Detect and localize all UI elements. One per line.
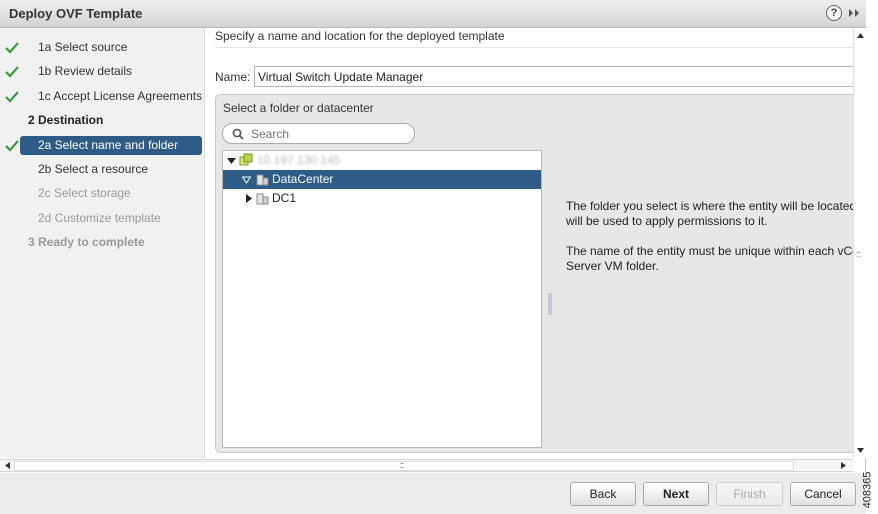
help-icon[interactable]: ? <box>826 5 842 21</box>
grip-icon[interactable]: :: <box>400 460 404 470</box>
step-label: 2 Destination <box>28 113 104 127</box>
scroll-down-icon[interactable] <box>857 447 864 454</box>
scroll-thumb[interactable] <box>14 461 794 471</box>
divider <box>215 47 853 48</box>
step-label: 2d Customize template <box>38 211 161 225</box>
horizontal-scrollbar[interactable]: :: <box>0 459 853 472</box>
title-bar: Deploy OVF Template ? <box>0 0 866 28</box>
back-button[interactable]: Back <box>570 482 636 506</box>
tree-label: 10.197.130.145 <box>257 153 341 167</box>
check-icon <box>5 42 19 54</box>
step-ready-to-complete: 3 Ready to complete <box>0 233 205 252</box>
tree-label: DataCenter <box>272 172 334 186</box>
scroll-up-icon[interactable] <box>857 32 864 39</box>
step-select-resource[interactable]: 2b Select a resource <box>0 160 205 179</box>
button-bar: Back Next Finish Cancel <box>0 473 866 514</box>
step-select-name-folder[interactable]: 2a Select name and folder <box>0 136 205 155</box>
cancel-button[interactable]: Cancel <box>790 482 856 506</box>
check-icon <box>5 91 19 103</box>
collapsed-triangle-icon[interactable] <box>244 194 253 203</box>
finish-button: Finish <box>716 482 783 506</box>
step-select-source[interactable]: 1a Select source <box>0 38 205 57</box>
expanded-triangle-icon[interactable] <box>227 156 236 165</box>
step-label: 1b Review details <box>38 64 133 78</box>
info-line: will be used to apply permissions to it. <box>566 214 768 228</box>
check-icon <box>5 66 19 78</box>
step-destination: 2 Destination <box>0 111 205 130</box>
name-label: Name: <box>215 70 251 84</box>
dialog-title: Deploy OVF Template <box>9 6 143 21</box>
scroll-left-icon[interactable] <box>4 462 11 469</box>
info-line: The folder you select is where the entit… <box>566 199 856 213</box>
search-input[interactable] <box>251 125 411 142</box>
step-accept-license[interactable]: 1c Accept License Agreements <box>0 87 205 106</box>
next-button[interactable]: Next <box>643 482 709 506</box>
step-customize-template: 2d Customize template <box>0 209 205 228</box>
step-select-storage: 2c Select storage <box>0 184 205 203</box>
resize-grip-icon[interactable]: :: <box>856 250 861 259</box>
tree-label: DC1 <box>272 191 297 205</box>
step-label: 2c Select storage <box>38 186 131 200</box>
step-review-details[interactable]: 1b Review details <box>0 62 205 81</box>
step-label: 1a Select source <box>38 40 128 54</box>
info-line: The name of the entity must be unique wi… <box>566 244 856 258</box>
name-field[interactable] <box>254 66 854 87</box>
datacenter-icon <box>256 174 269 186</box>
info-line: Server VM folder. <box>566 259 659 273</box>
page-title: Specify a name and location for the depl… <box>215 29 505 43</box>
expanded-triangle-icon[interactable] <box>242 175 251 184</box>
tree-row-vcenter[interactable]: 10.197.130.145 <box>223 151 541 170</box>
search-icon <box>232 128 244 140</box>
figure-number: 408365 <box>861 470 878 514</box>
step-label: 2a Select name and folder <box>38 138 179 152</box>
vertical-scrollbar[interactable] <box>853 28 866 458</box>
folder-panel: Select a folder or datacenter 10.197.130… <box>215 94 857 453</box>
folder-tree[interactable]: 10.197.130.145 DataCenter DC1 <box>222 150 542 448</box>
steps-sidebar: 1a Select source 1b Review details 1c Ac… <box>0 28 205 458</box>
pane-splitter[interactable] <box>548 293 552 315</box>
deploy-ovf-dialog: Deploy OVF Template ? 1a Select source 1… <box>0 0 866 514</box>
folder-panel-title: Select a folder or datacenter <box>223 101 374 115</box>
scroll-right-icon[interactable] <box>840 462 847 469</box>
tree-row-dc1[interactable]: DC1 <box>223 189 541 208</box>
step-label: 3 Ready to complete <box>28 235 145 249</box>
main-content: Specify a name and location for the depl… <box>206 28 857 458</box>
vcenter-icon <box>239 153 253 166</box>
datacenter-icon <box>256 193 269 205</box>
figure-number-text: 408365 <box>861 471 874 509</box>
step-label: 1c Accept License Agreements <box>38 89 203 103</box>
expand-icon[interactable] <box>847 5 861 21</box>
info-text: The folder you select is where the entit… <box>566 199 856 274</box>
check-icon <box>5 140 19 152</box>
step-label: 2b Select a resource <box>38 162 149 176</box>
tree-row-datacenter[interactable]: DataCenter <box>223 170 541 189</box>
search-box[interactable] <box>222 123 415 144</box>
